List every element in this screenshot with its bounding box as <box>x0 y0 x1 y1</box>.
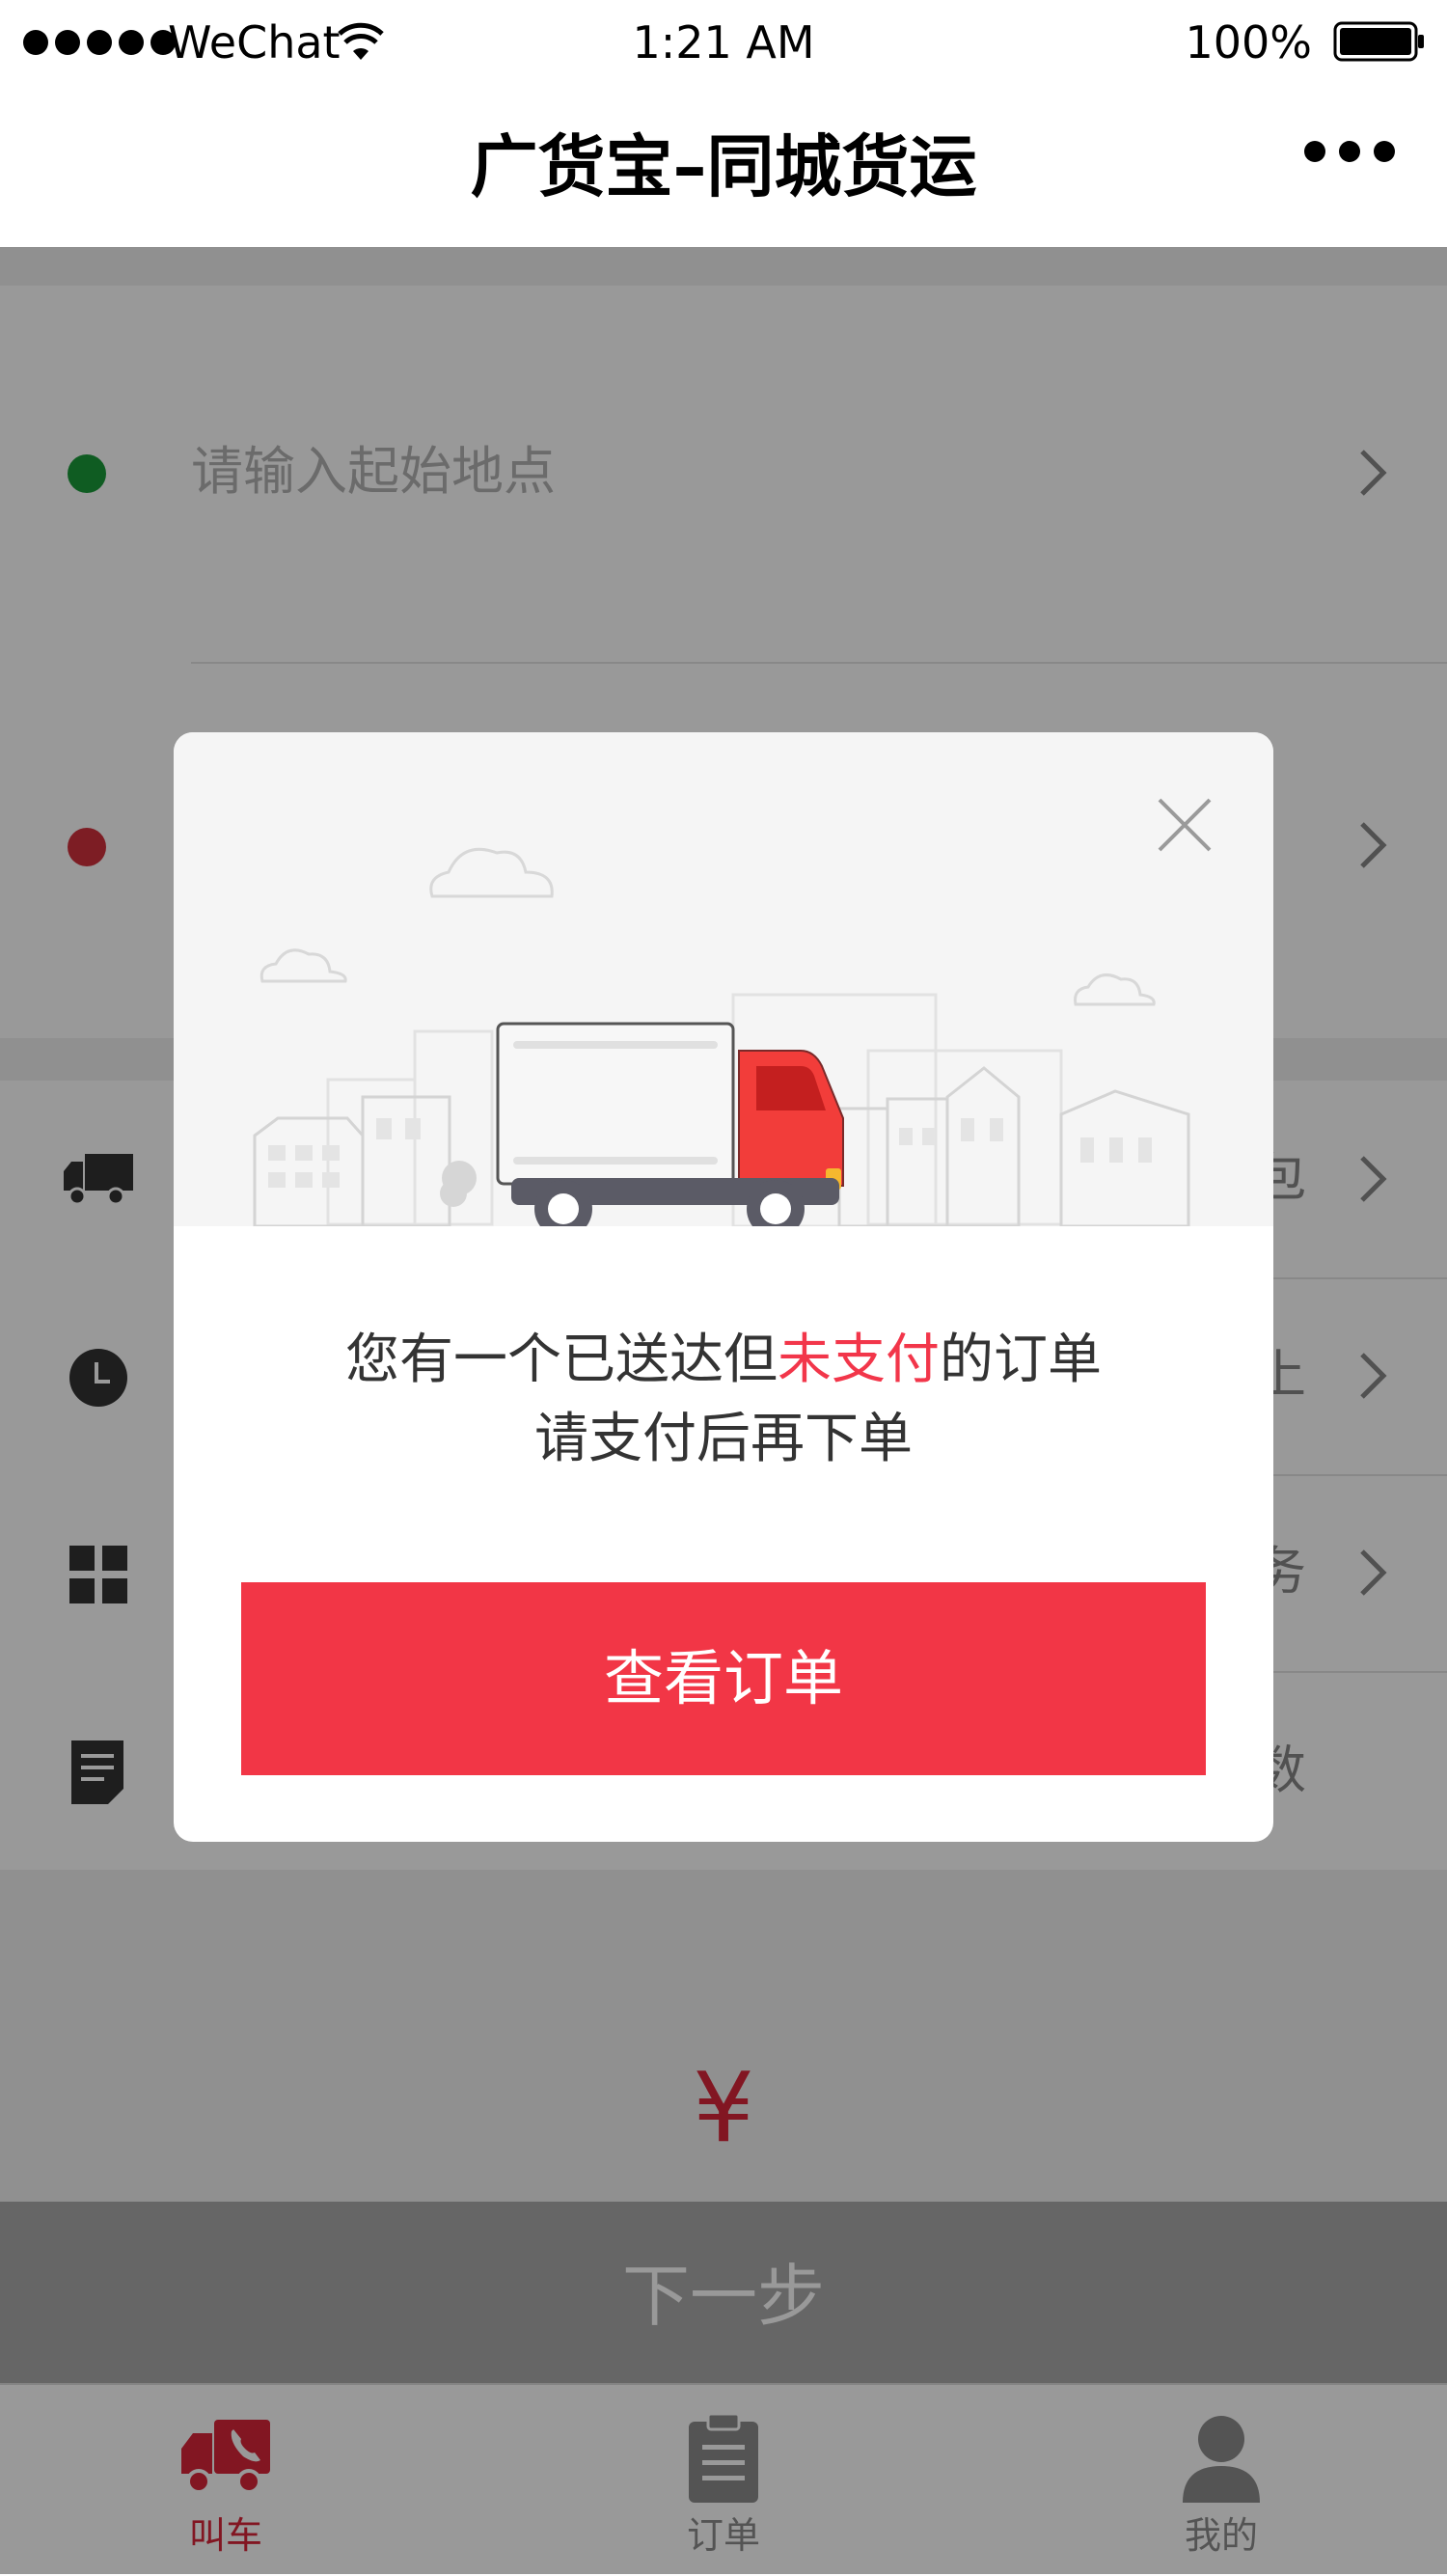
view-order-label: 查看订单 <box>603 1643 843 1713</box>
unpaid-highlight: 未支付 <box>778 1329 940 1391</box>
more-dots-icon[interactable] <box>1304 141 1395 164</box>
status-bar: WeChat 1:21 AM 100% <box>0 0 1447 85</box>
illustration-svg <box>253 847 1190 1238</box>
unpaid-order-dialog: 您有一个已送达但未支付的订单 请支付后再下单 查看订单 <box>174 732 1273 1842</box>
view-order-button[interactable]: 查看订单 <box>241 1582 1206 1775</box>
message-text: 的订单 <box>940 1329 1102 1391</box>
dialog-message-line1: 您有一个已送达但未支付的订单 <box>174 1321 1273 1400</box>
nav-bar: 广货宝–同城货运 <box>0 85 1447 247</box>
page-title: 广货宝–同城货运 <box>470 127 977 206</box>
delivery-truck-city-illustration <box>174 732 1273 1238</box>
battery-percentage: 100% <box>1185 16 1312 69</box>
dialog-message-line2: 请支付后再下单 <box>534 1408 913 1470</box>
message-text: 您有一个已送达但 <box>345 1329 778 1391</box>
close-icon[interactable] <box>1146 786 1223 863</box>
battery-icon <box>1333 21 1424 62</box>
